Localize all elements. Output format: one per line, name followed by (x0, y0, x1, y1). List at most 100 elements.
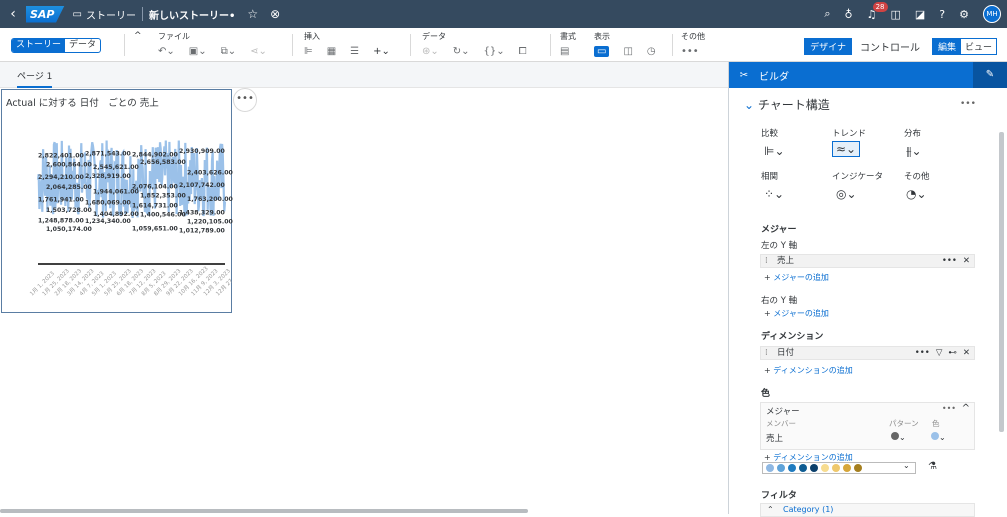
widget-more-button[interactable]: ••• (233, 88, 257, 112)
close-circle-icon[interactable]: ⊗ (270, 7, 280, 21)
tab-page-1[interactable]: ページ 1 (17, 69, 53, 88)
line-chart[interactable]: 2,822,401.00 2,871,543.00 2,844,902.00 2,93… (2, 90, 233, 314)
tab-story[interactable]: ストーリー (12, 39, 66, 52)
hierarchy-icon[interactable]: ⊷ (948, 347, 957, 359)
file-group: ファイル ↶⌄ ▣⌄ ⧉⌄ ⋖⌄ (158, 31, 267, 57)
data-label: 2,930,909.00 (179, 148, 225, 155)
data-label: 2,822,401.00 (38, 152, 84, 159)
boxplot-icon[interactable]: ⫵⌄ (906, 144, 922, 159)
more-icon[interactable]: ••• (942, 255, 957, 267)
performance-icon[interactable]: ◷ (647, 46, 656, 57)
right-axis-label: 右の Y 軸 (761, 296, 798, 306)
measure-field[interactable]: ⁞ 売上 ••• ✕ (760, 254, 975, 268)
control-button[interactable]: コントロール (860, 39, 920, 54)
data-label: 1,059,651.00 (132, 225, 178, 232)
link-icon[interactable]: ⧠ (519, 46, 527, 57)
data-label: 2,871,543.00 (85, 150, 131, 157)
scatter-icon[interactable]: ⁘⌄ (764, 187, 784, 201)
pattern-picker[interactable]: ⌄ (891, 432, 906, 442)
add-icon[interactable]: +⌄ (373, 46, 390, 57)
formula-icon[interactable]: {}⌄ (484, 46, 505, 57)
data-label: 2,545,621.00 (93, 164, 139, 171)
donut-icon[interactable]: ◔⌄ (906, 187, 927, 201)
discussions-icon[interactable]: ◫ (890, 8, 900, 21)
save-icon[interactable]: ▣⌄ (189, 46, 207, 57)
collapse-icon[interactable]: ^ (134, 31, 142, 41)
search-icon[interactable]: ⌕ (824, 7, 830, 21)
format-label: 書式 (560, 32, 576, 41)
comment-icon[interactable]: ▭ (594, 46, 610, 57)
data-label: 1,944,061.00 (93, 189, 139, 196)
format-painter-icon[interactable]: ▤ (560, 46, 569, 57)
builder-title: ビルダ (759, 71, 789, 83)
drag-handle-icon[interactable]: ⁞ (765, 255, 768, 267)
table-icon[interactable]: ▦ (327, 46, 336, 57)
drag-handle-icon[interactable]: ⁞ (765, 347, 768, 359)
color-measure-box: メジャー ••• ^ メンバー パターン 色 売上 ⌄ ⌄ (760, 402, 975, 450)
feedback-icon[interactable]: ◪ (915, 8, 925, 21)
remove-icon[interactable]: ✕ (963, 347, 970, 359)
edit-button[interactable]: 編集 (932, 39, 961, 54)
settings-icon[interactable]: ⚙ (959, 8, 969, 21)
add-measure-label: メジャーの追加 (773, 273, 829, 282)
vertical-scrollbar[interactable] (999, 132, 1004, 432)
filter-icon[interactable]: ▽ (936, 347, 943, 359)
view-button[interactable]: ビュー (961, 39, 996, 54)
data-source-icon[interactable]: ⊛⌄ (422, 46, 439, 57)
more-icon[interactable]: ••• (942, 404, 956, 413)
line-chart-icon[interactable]: ≈⌄ (832, 141, 861, 157)
tools-icon: ✂ (739, 69, 749, 81)
paint-icon[interactable]: ⚗ (928, 461, 937, 472)
chevron-up-icon[interactable]: ^ (962, 403, 970, 414)
color-column: 色 (932, 419, 940, 428)
story-title: 新しいストーリー• (148, 10, 236, 22)
stories-breadcrumb[interactable]: ▭ ストーリー (73, 7, 136, 22)
chart-widget[interactable]: Actual に対する 日付 ごとの 売上 2,822,401.00 2,871,… (1, 89, 233, 314)
dimension-field[interactable]: ⁞ 日付 ••• ▽ ⊷ ✕ (760, 346, 975, 360)
notifications-bell-icon[interactable]: ♫ 28 (867, 1, 888, 21)
panel-icon[interactable]: ◫ (623, 46, 632, 57)
chevron-down-icon[interactable]: ⌄ (903, 461, 910, 470)
chart-icon[interactable]: ⊫ (304, 46, 313, 57)
back-icon[interactable]: ‹ (0, 6, 26, 22)
palette-selector[interactable] (762, 462, 916, 474)
data-label: 2,076,104.00 (132, 183, 178, 190)
horizontal-scrollbar[interactable] (0, 509, 528, 513)
avatar[interactable]: MH (983, 5, 1001, 23)
remove-icon[interactable]: ✕ (963, 255, 970, 267)
color-picker[interactable]: ⌄ (931, 432, 946, 442)
undo-icon[interactable]: ↶⌄ (158, 46, 175, 57)
bullet-icon[interactable]: ◎⌄ (836, 187, 857, 201)
more-icon[interactable]: ••• (681, 46, 699, 57)
more-icon[interactable]: ••• (915, 347, 930, 359)
star-icon[interactable]: ☆ (247, 7, 258, 21)
tab-data[interactable]: データ (65, 39, 100, 52)
copy-icon[interactable]: ⧉⌄ (221, 46, 237, 57)
filter-item-link[interactable]: Category (1) (783, 505, 833, 514)
add-measure-link[interactable]: + メジャーの追加 (764, 272, 829, 283)
designer-button[interactable]: デザイナ (804, 38, 852, 55)
add-dimension-link[interactable]: + ディメンションの追加 (764, 365, 853, 376)
help-icon[interactable]: ? (939, 8, 945, 21)
palette-swatch (821, 464, 829, 472)
color-heading: 色 (761, 389, 771, 399)
add-measure-right-link[interactable]: + メジャーの追加 (764, 308, 829, 319)
sap-logo[interactable]: SAP (26, 5, 65, 23)
chart-structure-title[interactable]: ⌄ チャート構造 (744, 96, 830, 113)
divider (292, 34, 293, 56)
filter-field[interactable]: ⌃ Category (1) (760, 503, 975, 517)
divider (672, 34, 673, 56)
member-column: メンバー (766, 419, 796, 428)
styling-icon[interactable]: ✎ (973, 62, 1007, 88)
add-dimension-color-label: ディメンションの追加 (773, 453, 853, 462)
bar-chart-icon[interactable]: ⊫⌄ (764, 144, 785, 158)
data-label: 2,107,742.00 (179, 182, 225, 189)
palette-swatch (766, 464, 774, 472)
share-icon[interactable]: ⋖⌄ (250, 46, 267, 57)
lightbulb-icon[interactable]: ♁ (845, 8, 853, 21)
more-icon[interactable]: ••• (960, 99, 976, 109)
input-control-icon[interactable]: ☰ (350, 46, 359, 57)
palette-swatch (843, 464, 851, 472)
refresh-icon[interactable]: ↻⌄ (453, 46, 470, 57)
story-toolbar: ストーリー データ ^ ファイル ↶⌄ ▣⌄ ⧉⌄ ⋖⌄ 挿入 ⊫ ▦ ☰ +⌄… (0, 28, 1007, 62)
